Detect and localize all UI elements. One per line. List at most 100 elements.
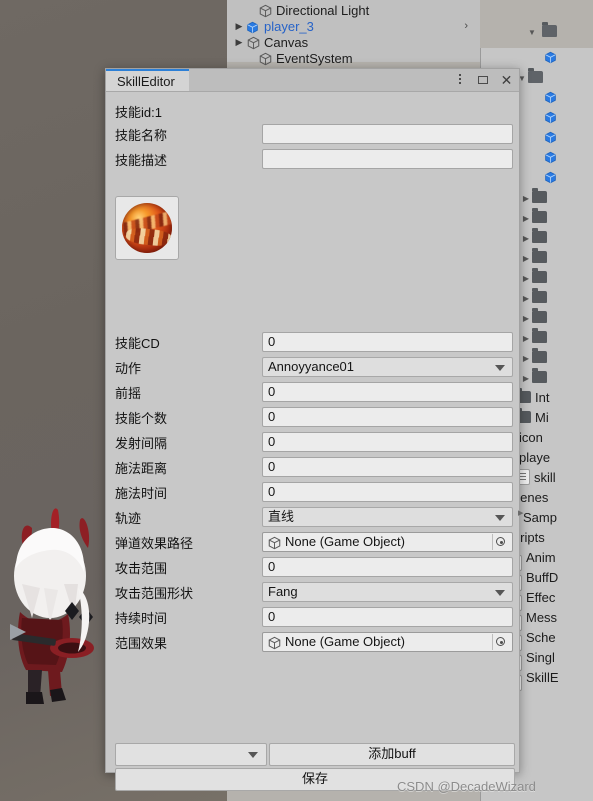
field-label: 轨迹 (115, 511, 142, 526)
object-reference-field[interactable]: None (Game Object) (262, 632, 513, 652)
project-item-label: skill (534, 470, 556, 485)
hierarchy-item[interactable]: ▶ player_3 › (232, 18, 476, 35)
field-label: 施法时间 (115, 486, 168, 501)
maximize-icon[interactable] (477, 73, 490, 87)
chevron-right-icon[interactable]: ▶ (520, 309, 532, 329)
object-reference-field[interactable]: None (Game Object) (262, 532, 513, 552)
more-options-icon[interactable] (454, 73, 467, 87)
dropdown-value: Fang (268, 584, 298, 599)
folder-icon (532, 348, 547, 363)
chevron-right-icon[interactable]: ▶ (520, 209, 532, 229)
project-item[interactable] (480, 48, 593, 68)
project-item-label: BuffD (526, 570, 559, 585)
chevron-down-icon (248, 752, 258, 758)
form-row: 技能名称 (106, 124, 521, 148)
dropdown-select[interactable]: Fang (262, 582, 513, 602)
field-control: 0 (262, 607, 513, 627)
skill-id-label: 技能id:1 (115, 105, 162, 120)
object-picker-icon[interactable] (492, 634, 510, 650)
folder-icon (532, 308, 547, 323)
form-row: 前摇 0 (106, 382, 521, 406)
chevron-right-icon[interactable]: ▶ (520, 189, 532, 209)
field-control: Fang (262, 582, 513, 602)
folder-icon (532, 248, 547, 263)
text-input[interactable]: 0 (262, 432, 513, 452)
project-item-label: Sche (526, 630, 556, 645)
project-item-label: Effec (526, 590, 556, 605)
text-input[interactable]: 0 (262, 482, 513, 502)
field-label: 发射间隔 (115, 436, 168, 451)
hierarchy-item-label: Directional Light (276, 3, 370, 18)
prefab-icon (544, 90, 557, 104)
project-item-label: Singl (526, 650, 555, 665)
project-item-label: Mess (526, 610, 558, 625)
dropdown-select[interactable]: 直线 (262, 507, 513, 527)
gameobject-cube-icon (267, 536, 281, 550)
field-control: 0 (262, 482, 513, 502)
form-row: 弹道效果路径 None (Game Object) (106, 532, 521, 556)
text-input[interactable] (262, 124, 513, 144)
text-input[interactable]: 0 (262, 607, 513, 627)
add-buff-button[interactable]: 添加buff (269, 743, 515, 766)
project-collapse-twisty[interactable]: ▼ (526, 22, 561, 42)
text-input[interactable]: 0 (262, 407, 513, 427)
hierarchy-item-label: player_3 (264, 19, 314, 34)
hierarchy-item-label: EventSystem (276, 51, 353, 66)
folder-open-icon (528, 68, 543, 83)
project-panel-top-strip: ▼ (480, 0, 593, 48)
field-control: 0 (262, 332, 513, 352)
chevron-right-icon[interactable]: ▶ (520, 229, 532, 249)
text-input[interactable] (262, 149, 513, 169)
form-row: 范围效果 None (Game Object) (106, 632, 521, 656)
window-titlebar[interactable]: SkillEditor ✕ (106, 69, 519, 92)
enter-prefab-icon[interactable]: › (464, 18, 468, 35)
field-control: 直线 (262, 507, 513, 527)
field-label: 技能CD (115, 336, 160, 351)
dropdown-select[interactable]: Annoyyance01 (262, 357, 513, 377)
form-row: 施法时间 0 (106, 482, 521, 506)
hierarchy-item[interactable]: ▶ Canvas (232, 34, 476, 51)
skill-icon-thumbnail[interactable] (115, 196, 179, 260)
skill-editor-body: 技能id:1 技能名称 技能描述 技能CD 0 动作 Annoyyance01 前摇 0 技能个… (106, 92, 521, 791)
folder-icon (532, 288, 547, 303)
chevron-right-icon[interactable]: ▶ (520, 349, 532, 369)
character-sprite (10, 508, 94, 704)
field-label: 技能个数 (115, 411, 168, 426)
field-control: 0 (262, 432, 513, 452)
gameobject-cube-icon (258, 4, 273, 18)
chevron-right-icon[interactable]: ▶ (232, 34, 246, 51)
chevron-right-icon[interactable]: ▶ (520, 289, 532, 309)
chevron-right-icon[interactable]: ▶ (232, 18, 246, 35)
text-input[interactable]: 0 (262, 457, 513, 477)
project-item-label: playe (519, 450, 551, 465)
form-row: 攻击范围 0 (106, 557, 521, 581)
project-item-label: Anim (526, 550, 556, 565)
panel-resize-handle[interactable]: ▸ (518, 506, 524, 519)
folder-icon (532, 208, 547, 223)
buff-select-dropdown[interactable] (115, 743, 267, 766)
field-label: 范围效果 (115, 636, 168, 651)
hierarchy-item[interactable]: Directional Light (232, 2, 476, 19)
text-input[interactable]: 0 (262, 382, 513, 402)
field-control: Annoyyance01 (262, 357, 513, 377)
chevron-right-icon[interactable]: ▶ (520, 269, 532, 289)
hierarchy-item[interactable]: EventSystem (232, 50, 476, 67)
folder-icon (532, 328, 547, 343)
chevron-right-icon[interactable]: ▶ (520, 329, 532, 349)
chevron-right-icon[interactable]: ▶ (520, 249, 532, 269)
prefab-icon (544, 110, 557, 124)
folder-icon (532, 368, 547, 383)
window-controls: ✕ (454, 69, 513, 91)
form-row: 技能个数 0 (106, 407, 521, 431)
form-row: 技能描述 (106, 149, 521, 173)
text-input[interactable]: 0 (262, 557, 513, 577)
skill-editor-window[interactable]: SkillEditor ✕ 技能id:1 技能名称 技能描述 技能CD 0 动作 Anno… (105, 68, 521, 791)
chevron-right-icon[interactable]: ▶ (520, 369, 532, 389)
tab-skill-editor[interactable]: SkillEditor (106, 69, 189, 91)
text-input[interactable]: 0 (262, 332, 513, 352)
object-picker-icon[interactable] (492, 534, 510, 550)
field-label: 技能名称 (115, 128, 168, 143)
field-label: 攻击范围 (115, 561, 168, 576)
close-icon[interactable]: ✕ (500, 73, 513, 87)
field-control: 0 (262, 382, 513, 402)
